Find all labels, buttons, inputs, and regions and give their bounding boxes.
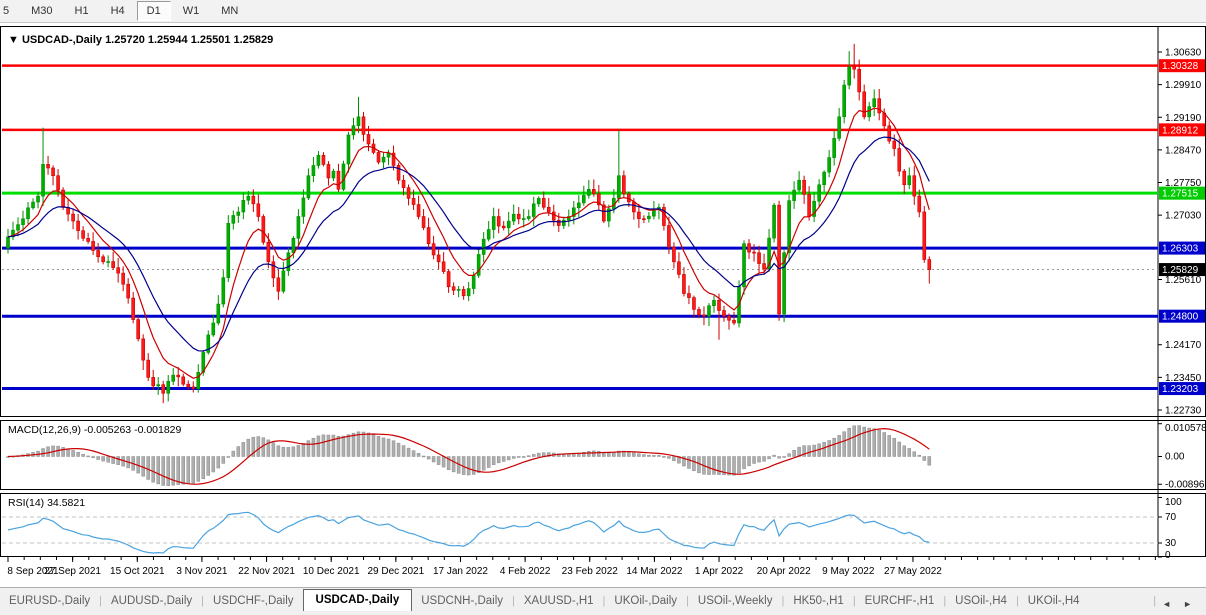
svg-text:0: 0	[1165, 550, 1171, 561]
chart-title: ▼ USDCAD-,Daily 1.25720 1.25944 1.25501 …	[8, 34, 273, 46]
svg-text:70: 70	[1165, 512, 1177, 523]
svg-text:0.010578: 0.010578	[1165, 423, 1206, 434]
svg-text:1.24170: 1.24170	[1165, 340, 1202, 351]
tab-usdcad-daily[interactable]: USDCAD-,Daily	[303, 589, 413, 612]
svg-text:29 Dec 2021: 29 Dec 2021	[367, 566, 424, 577]
svg-text:23 Feb 2022: 23 Feb 2022	[562, 566, 619, 577]
timeframe-button-h4[interactable]: H4	[101, 1, 135, 21]
timeframe-toolbar: 5M30H1H4D1W1MN	[0, 0, 1206, 23]
svg-text:1.28912: 1.28912	[1162, 125, 1199, 136]
svg-text:1.27515: 1.27515	[1162, 189, 1199, 200]
svg-text:1.22730: 1.22730	[1165, 405, 1202, 416]
svg-text:1.23203: 1.23203	[1162, 384, 1199, 395]
timeframe-button-h1[interactable]: H1	[65, 1, 99, 21]
svg-text:22 Nov 2021: 22 Nov 2021	[238, 566, 295, 577]
svg-text:1.24800: 1.24800	[1162, 312, 1199, 323]
svg-text:27 May 2022: 27 May 2022	[884, 566, 942, 577]
tab-scroll-controls: |◄►	[1153, 595, 1206, 612]
macd-label: MACD(12,26,9) -0.005263 -0.001829	[8, 424, 182, 436]
tab-usdcnh-daily[interactable]: USDCNH-,Daily	[412, 591, 512, 612]
chart-window: ▼ USDCAD-,Daily 1.25720 1.25944 1.25501 …	[0, 26, 1206, 587]
symbol-tab-bar: EURUSD-,Daily|AUDUSD-,Daily|USDCHF-,Dail…	[0, 587, 1206, 612]
svg-text:1.28470: 1.28470	[1165, 145, 1202, 156]
tab-usoil-weekly[interactable]: USOil-,Weekly	[689, 591, 782, 612]
timeframe-button-d1[interactable]: D1	[137, 1, 171, 21]
svg-text:-0.00896: -0.00896	[1165, 479, 1205, 490]
date-axis: 8 Sep 202127 Sep 202115 Oct 20213 Nov 20…	[7, 557, 1155, 577]
svg-text:14 Mar 2022: 14 Mar 2022	[626, 566, 683, 577]
tab-usoil-h4[interactable]: USOil-,H4	[946, 591, 1016, 612]
tab-scroll-left-icon[interactable]: ◄	[1156, 596, 1177, 612]
svg-text:30: 30	[1165, 538, 1177, 549]
svg-text:1.30328: 1.30328	[1162, 61, 1199, 72]
timeframe-button-w1[interactable]: W1	[173, 1, 210, 21]
svg-text:100: 100	[1165, 497, 1182, 508]
svg-text:3 Nov 2021: 3 Nov 2021	[176, 566, 228, 577]
chart-canvas[interactable]: ▼ USDCAD-,Daily 1.25720 1.25944 1.25501 …	[0, 26, 1206, 587]
timeframe-button-5[interactable]: 5	[0, 1, 19, 21]
svg-text:15 Oct 2021: 15 Oct 2021	[110, 566, 165, 577]
svg-text:1.29910: 1.29910	[1165, 80, 1202, 91]
panel-frames	[1, 26, 1206, 557]
tab-xauusd-h1[interactable]: XAUUSD-,H1	[515, 591, 603, 612]
timeframe-button-mn[interactable]: MN	[211, 1, 248, 21]
window-bottom-strip	[0, 611, 1206, 615]
svg-text:10 Dec 2021: 10 Dec 2021	[303, 566, 360, 577]
svg-text:1.30630: 1.30630	[1165, 48, 1202, 59]
svg-text:1 Apr 2022: 1 Apr 2022	[695, 566, 744, 577]
tab-scroll-right-icon[interactable]: ►	[1177, 596, 1198, 612]
rsi-label: RSI(14) 34.5821	[8, 497, 85, 509]
svg-text:0.00: 0.00	[1165, 452, 1185, 463]
tab-usdchf-daily[interactable]: USDCHF-,Daily	[204, 591, 303, 612]
svg-text:1.26303: 1.26303	[1162, 244, 1199, 255]
svg-text:4 Feb 2022: 4 Feb 2022	[500, 566, 551, 577]
svg-text:9 May 2022: 9 May 2022	[822, 566, 875, 577]
tab-eurchf-h1[interactable]: EURCHF-,H1	[856, 591, 944, 612]
svg-text:17 Jan 2022: 17 Jan 2022	[433, 566, 488, 577]
trading-terminal-window: 5M30H1H4D1W1MN ▼ USDCAD-,Daily 1.25720 1…	[0, 0, 1206, 615]
tab-eurusd-daily[interactable]: EURUSD-,Daily	[0, 591, 99, 612]
svg-text:1.25829: 1.25829	[1162, 265, 1199, 276]
tab-hk50-h1[interactable]: HK50-,H1	[784, 591, 853, 612]
svg-text:1.27030: 1.27030	[1165, 211, 1202, 222]
tab-audusd-daily[interactable]: AUDUSD-,Daily	[102, 591, 201, 612]
tab-ukoil-h4[interactable]: UKOil-,H4	[1019, 591, 1089, 612]
tab-ukoil-daily[interactable]: UKOil-,Daily	[605, 591, 686, 612]
svg-text:1.29190: 1.29190	[1165, 113, 1202, 124]
svg-text:20 Apr 2022: 20 Apr 2022	[757, 566, 811, 577]
svg-text:1.25610: 1.25610	[1165, 275, 1202, 286]
timeframe-button-m30[interactable]: M30	[21, 1, 62, 21]
svg-text:27 Sep 2021: 27 Sep 2021	[44, 566, 101, 577]
